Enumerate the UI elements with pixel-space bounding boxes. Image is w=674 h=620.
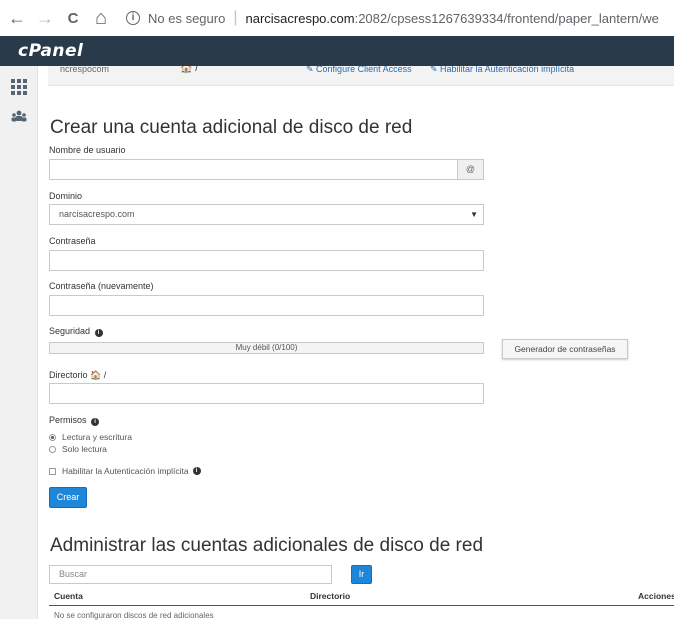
address-bar[interactable]: narcisacrespo.com:2082/cpsess1267639334/… [245,11,674,26]
password-strength-meter: Muy débil (0/100) [49,342,484,354]
enable-digest-auth-label: Habilitar la Autenticación implícita [440,66,575,74]
directory-label: Directorio 🏠 / [49,370,106,381]
cpanel-logo[interactable]: cPanel [18,41,83,61]
permissions-label: Permisos i [49,415,100,426]
permission-read-write-option[interactable]: Lectura y escritura [49,432,132,442]
url-separator: | [233,9,238,26]
security-label: Seguridad i [49,326,103,337]
home-button[interactable]: ⌂ [90,7,112,29]
domain-label: Dominio [49,191,83,201]
configure-client-access-link[interactable]: ✎ Configure Client Access [306,66,412,75]
dropdown-arrow-icon: ▼ [470,210,478,219]
back-button[interactable]: ← [6,7,28,29]
directory-home-path: 🏠 / [90,370,107,380]
username-input[interactable] [49,159,484,180]
password-label: Contraseña [49,236,96,246]
directory-input[interactable] [49,383,484,404]
permissions-info-icon[interactable]: i [91,418,100,426]
directory-label-text: Directorio [49,370,88,380]
digest-auth-option[interactable]: Habilitar la Autenticación implícita i [49,466,201,476]
domain-select[interactable]: narcisacrespo.com ▼ [49,204,484,225]
url-path: :2082/cpsess1267639334/frontend/paper_la… [354,10,659,26]
password-input[interactable] [49,250,484,271]
security-info-icon[interactable]: i [94,329,103,337]
username-label: Nombre de usuario [49,145,126,155]
domain-selected-value: narcisacrespo.com [59,209,135,219]
strip-home-path: 🏠 / [180,66,199,74]
cpanel-header: cPanel [0,36,674,66]
password-again-input[interactable] [49,295,484,316]
read-write-radio[interactable] [49,433,56,441]
search-input[interactable]: Buscar [49,565,332,584]
info-icon[interactable]: i [126,11,140,25]
read-write-label: Lectura y escritura [62,432,132,442]
enable-digest-auth-link[interactable]: ✎ Habilitar la Autenticación implícita [430,66,574,75]
url-host: narcisacrespo.com [245,10,355,26]
permission-read-only-option[interactable]: Solo lectura [49,444,107,454]
read-only-label: Solo lectura [62,444,107,454]
digest-auth-checkbox[interactable] [49,467,56,475]
sidebar [0,66,38,619]
create-account-title: Crear una cuenta adicional de disco de r… [50,117,413,138]
forward-button[interactable]: → [34,7,56,29]
security-label[interactable]: No es seguro [148,11,225,26]
at-addon: @ [457,159,484,180]
create-button[interactable]: Crear [49,487,87,508]
password-again-label: Contraseña (nuevamente) [49,281,154,291]
previous-row-strip: ncrespocom 🏠 / ✎ Configure Client Access… [48,66,674,86]
manage-accounts-title: Administrar las cuentas adicionales de d… [50,535,484,556]
strip-username: ncrespocom [60,66,110,74]
digest-auth-info-icon[interactable]: i [192,467,201,475]
column-header-actions: Acciones [638,591,674,601]
search-go-button[interactable]: Ir [351,565,372,584]
configure-client-access-label: Configure Client Access [316,66,412,74]
read-only-radio[interactable] [49,445,56,453]
digest-auth-label: Habilitar la Autenticación implícita [62,466,189,476]
security-label-text: Seguridad [49,326,91,336]
users-icon[interactable] [11,108,27,124]
apps-grid-icon[interactable] [11,79,27,95]
table-header-divider [49,605,674,606]
password-generator-button[interactable]: Generador de contraseñas [502,339,628,359]
browser-toolbar: ← → C ⌂ i No es seguro | narcisacrespo.c… [0,0,674,36]
reload-button[interactable]: C [62,7,84,29]
column-header-account[interactable]: Cuenta [54,591,83,601]
column-header-directory[interactable]: Directorio [310,591,350,601]
permissions-label-text: Permisos [49,415,87,425]
